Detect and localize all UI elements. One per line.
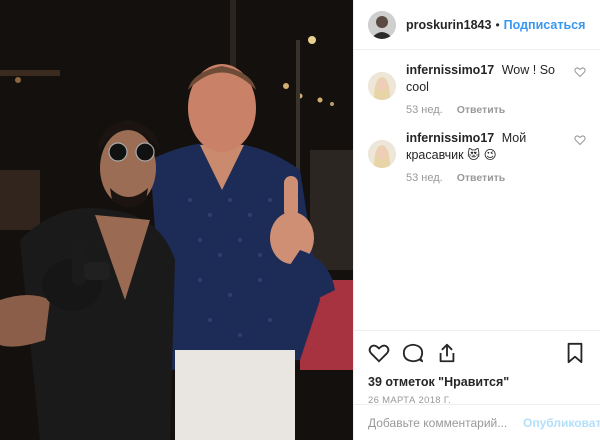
- post-photo[interactable]: [0, 0, 353, 440]
- like-comment-heart-icon[interactable]: [574, 66, 586, 78]
- post-actions: 39 отметок "Нравится" 26 МАРТА 2018 Г.: [354, 330, 600, 406]
- commenter-avatar[interactable]: [368, 72, 396, 100]
- comment-body: infernissimo17 Wow ! So cool 53 нед. Отв…: [406, 62, 586, 116]
- post-header: proskurin1843 • Подписаться: [354, 0, 600, 50]
- comment-text-line: infernissimo17 Мой красавчик 😻 😉: [406, 130, 568, 164]
- comment-body: infernissimo17 Мой красавчик 😻 😉 53 нед.…: [406, 130, 586, 184]
- comment-time[interactable]: 53 нед.: [406, 172, 443, 184]
- comment-bubble-icon[interactable]: [402, 342, 424, 364]
- comments-list: infernissimo17 Wow ! So cool 53 нед. Отв…: [368, 62, 586, 198]
- action-icons-row: [368, 341, 586, 365]
- add-comment-bar: Опубликовать: [354, 404, 600, 440]
- comment-meta: 53 нед. Ответить: [406, 104, 568, 116]
- like-comment-heart-icon[interactable]: [574, 134, 586, 146]
- follow-button[interactable]: Подписаться: [504, 18, 586, 32]
- user-avatar-icon: [368, 10, 396, 39]
- photo-illustration: [0, 0, 353, 440]
- comment-text-line: infernissimo17 Wow ! So cool: [406, 62, 568, 96]
- commenter-avatar-icon: [368, 140, 396, 168]
- comment-username[interactable]: infernissimo17: [406, 63, 494, 77]
- author-avatar[interactable]: [368, 10, 396, 39]
- commenter-avatar[interactable]: [368, 140, 396, 168]
- likes-count[interactable]: 39 отметок "Нравится": [368, 375, 586, 389]
- comment-meta: 53 нед. Ответить: [406, 172, 568, 184]
- bookmark-icon[interactable]: [564, 342, 586, 364]
- commenter-avatar-icon: [368, 72, 396, 100]
- share-icon[interactable]: [436, 342, 458, 364]
- header-separator: •: [495, 17, 500, 32]
- publish-button[interactable]: Опубликовать: [523, 416, 600, 430]
- like-heart-icon[interactable]: [368, 342, 390, 364]
- comment-item: infernissimo17 Wow ! So cool 53 нед. Отв…: [368, 62, 586, 116]
- comment-item: infernissimo17 Мой красавчик 😻 😉 53 нед.…: [368, 130, 586, 184]
- comment-input[interactable]: [368, 415, 523, 430]
- comment-time[interactable]: 53 нед.: [406, 104, 443, 116]
- reply-button[interactable]: Ответить: [457, 172, 506, 184]
- author-username[interactable]: proskurin1843: [406, 18, 491, 32]
- reply-button[interactable]: Ответить: [457, 104, 506, 116]
- comment-username[interactable]: infernissimo17: [406, 131, 494, 145]
- post-side-panel: proskurin1843 • Подписаться infernissimo…: [353, 0, 600, 440]
